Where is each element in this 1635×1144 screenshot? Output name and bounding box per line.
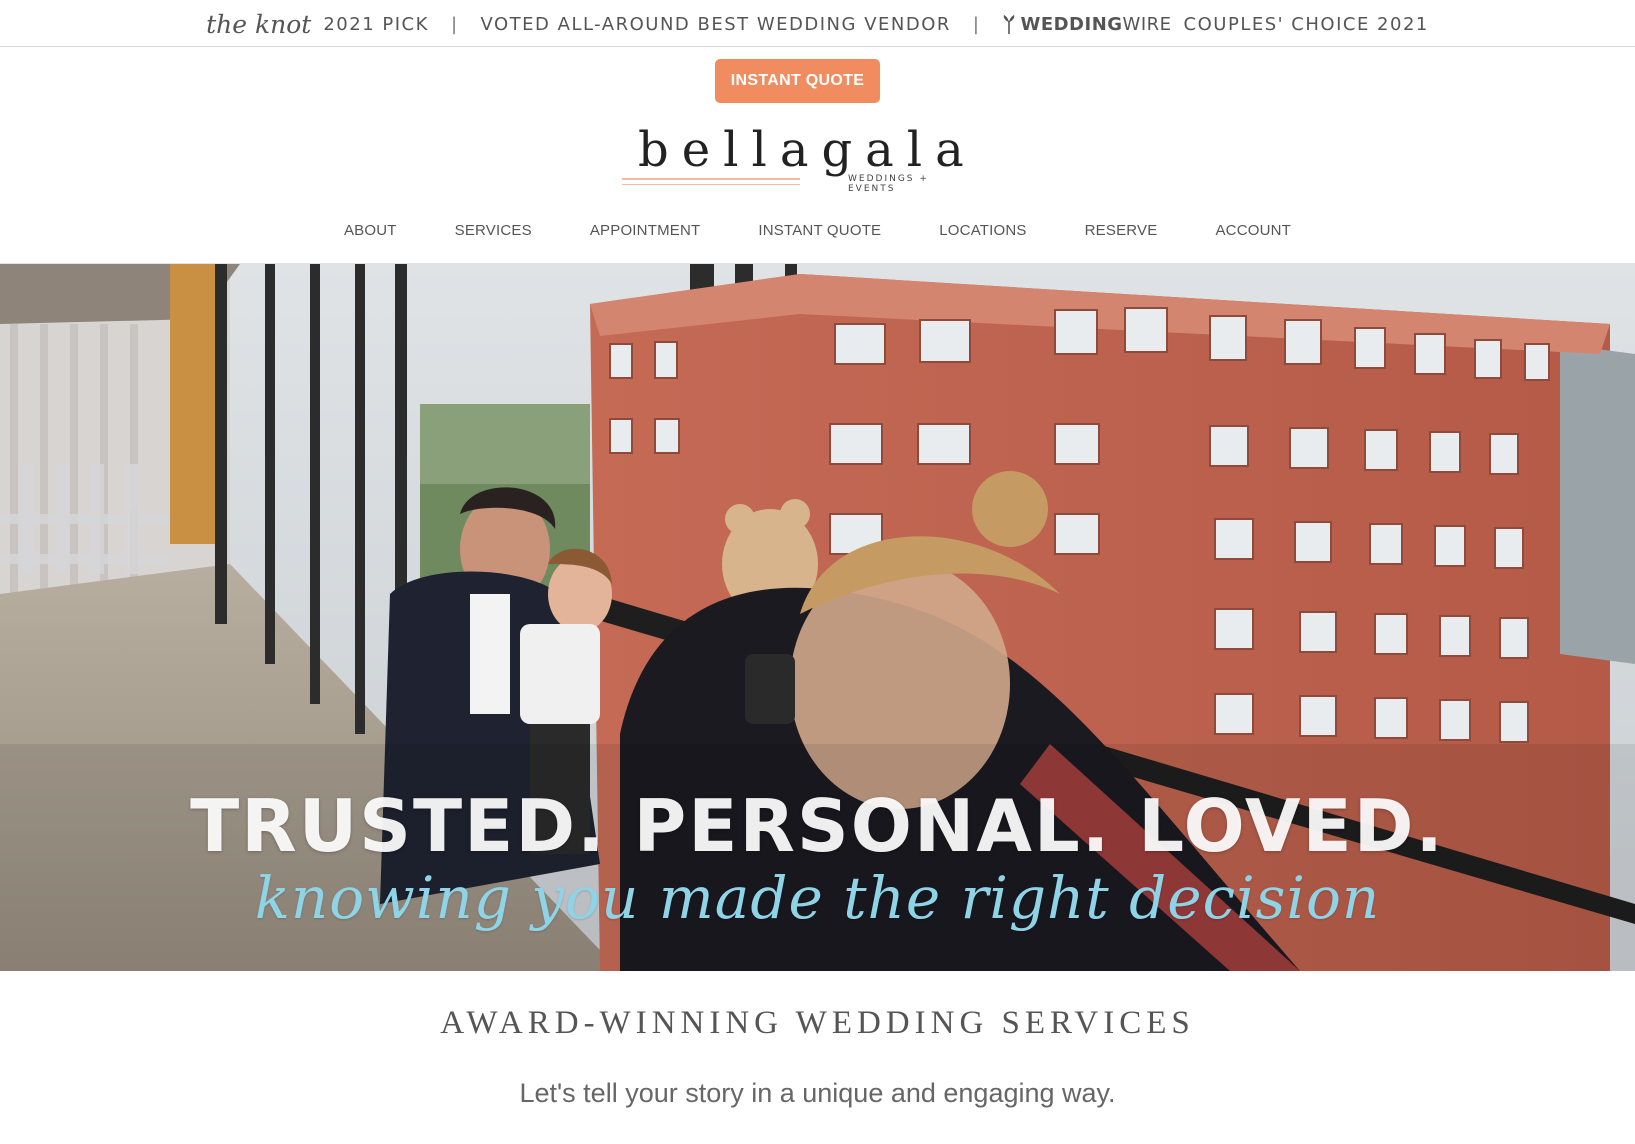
hero-script-text: knowing you made the right decision xyxy=(254,864,1381,932)
nav-item-locations[interactable]: LOCATIONS xyxy=(939,222,1026,248)
logo-line xyxy=(622,178,800,180)
hero-headline: TRUSTED. PERSONAL. LOVED. xyxy=(190,784,1445,868)
weddingwire-bold: WEDDING xyxy=(1020,13,1123,35)
knot-pick-text: 2021 PICK xyxy=(323,13,429,35)
nav-item-about[interactable]: ABOUT xyxy=(344,222,397,248)
brand-name: bellagala xyxy=(638,122,977,178)
logo-line xyxy=(622,184,800,185)
section-subtitle: Let's tell your story in a unique and en… xyxy=(519,1078,1116,1108)
instant-quote-button[interactable]: INSTANT QUOTE xyxy=(715,59,880,103)
nav-item-appointment[interactable]: APPOINTMENT xyxy=(590,222,701,248)
bellagala-logo[interactable]: bellagala WEDDINGS + EVENTS xyxy=(620,122,980,197)
couples-choice-text: COUPLES' CHOICE 2021 xyxy=(1183,13,1429,35)
section-title: AWARD-WINNING WEDDING SERVICES xyxy=(440,1005,1195,1041)
nav-item-instant-quote[interactable]: INSTANT QUOTE xyxy=(758,222,881,248)
main-nav: ABOUT SERVICES APPOINTMENT INSTANT QUOTE… xyxy=(0,222,1635,248)
hero-video[interactable]: TRUSTED. PERSONAL. LOVED. knowing you ma… xyxy=(0,264,1635,971)
nav-item-services[interactable]: SERVICES xyxy=(455,222,532,248)
award-banner: the knot 2021 PICK | VOTED ALL-AROUND BE… xyxy=(0,0,1635,47)
the-knot-logo: the knot xyxy=(206,9,312,39)
nav-item-reserve[interactable]: RESERVE xyxy=(1085,222,1158,248)
flower-icon xyxy=(1004,15,1015,34)
brand-tagline: WEDDINGS + EVENTS xyxy=(848,174,929,194)
separator: | xyxy=(972,13,981,35)
voted-text: VOTED ALL-AROUND BEST WEDDING VENDOR xyxy=(480,13,951,35)
nav-item-account[interactable]: ACCOUNT xyxy=(1215,222,1291,248)
weddingwire-light: WIRE xyxy=(1122,13,1172,35)
separator: | xyxy=(450,13,459,35)
weddingwire-logo: WEDDING WIRE xyxy=(1002,14,1171,35)
